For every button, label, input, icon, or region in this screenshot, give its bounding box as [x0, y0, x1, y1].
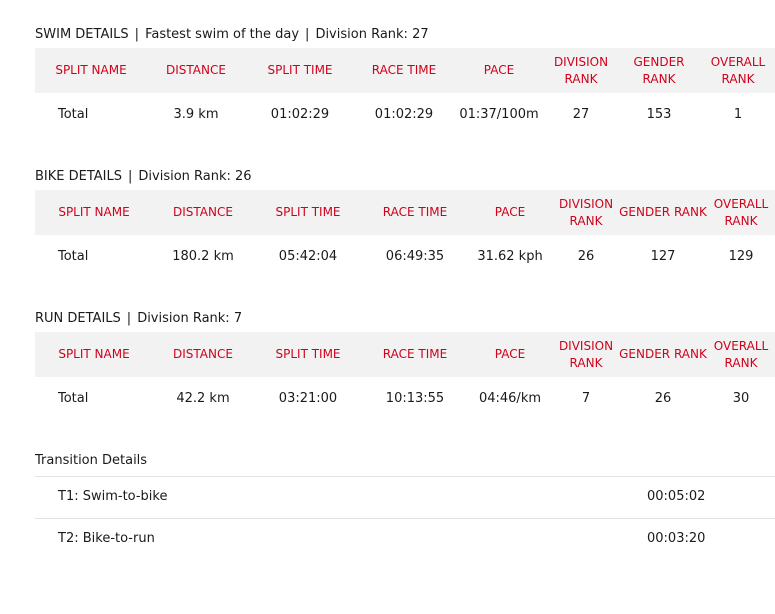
column-header: DISTANCE: [166, 63, 226, 77]
column-header: RACE TIME: [382, 347, 448, 361]
column-header: DIVISION RANK: [558, 196, 614, 228]
column-header: OVERALL RANK: [710, 54, 766, 86]
split-name-cell: Total: [58, 249, 89, 264]
column-header: PACE: [494, 347, 526, 361]
split-time-cell: 03:21:00: [278, 391, 338, 406]
distance-cell: 3.9 km: [173, 107, 219, 122]
race-time-cell: 10:13:55: [385, 391, 445, 406]
column-header: RACE TIME: [382, 205, 448, 219]
column-header: SPLIT TIME: [267, 63, 333, 77]
transition-label: T2: Bike-to-run: [58, 531, 155, 546]
column-header: PACE: [494, 205, 526, 219]
column-header: PACE: [483, 63, 515, 77]
column-header: OVERALL RANK: [713, 196, 769, 228]
transition-list: T1: Swim-to-bike 00:05:02 T2: Bike-to-ru…: [35, 476, 775, 560]
run-details-label: RUN DETAILS: [35, 311, 121, 326]
race-time-cell: 01:02:29: [374, 107, 434, 122]
division-rank-cell: 7: [581, 391, 591, 406]
column-header: GENDER RANK: [619, 347, 707, 361]
table-header-row: SPLIT NAME DISTANCE SPLIT TIME RACE TIME…: [35, 48, 775, 93]
overall-rank-cell: 129: [728, 249, 754, 264]
column-header: RACE TIME: [371, 63, 437, 77]
bike-details-label: BIKE DETAILS: [35, 169, 123, 184]
table-row: Total 3.9 km 01:02:29 01:02:29 01:37/100…: [35, 93, 775, 136]
column-header: DIVISION RANK: [553, 54, 609, 86]
column-header: SPLIT NAME: [58, 347, 130, 361]
swim-details-label: SWIM DETAILS: [35, 27, 129, 42]
column-header: SPLIT TIME: [275, 347, 341, 361]
run-results-table: SPLIT NAME DISTANCE SPLIT TIME RACE TIME…: [35, 332, 775, 420]
column-header: GENDER RANK: [619, 205, 707, 219]
table-header-row: SPLIT NAME DISTANCE SPLIT TIME RACE TIME…: [35, 190, 775, 235]
split-time-cell: 05:42:04: [278, 249, 338, 264]
column-header: GENDER RANK: [633, 54, 685, 86]
bike-results-table: SPLIT NAME DISTANCE SPLIT TIME RACE TIME…: [35, 190, 775, 278]
column-header: SPLIT TIME: [275, 205, 341, 219]
swim-details-section: SWIM DETAILS | Fastest swim of the day | Div…: [35, 26, 775, 122]
table-row: Total 180.2 km 05:42:04 06:49:35 31.62 k…: [35, 235, 775, 278]
run-division-rank: Division Rank: 7: [137, 311, 243, 326]
pace-cell: 04:46/km: [478, 391, 542, 406]
transition-label: T1: Swim-to-bike: [58, 489, 168, 504]
column-header: DIVISION RANK: [558, 338, 614, 370]
bike-division-rank: Division Rank: 26: [138, 169, 252, 184]
split-name-cell: Total: [58, 391, 89, 406]
overall-rank-cell: 1: [733, 107, 743, 122]
transition-row-t2: T2: Bike-to-run 00:03:20: [35, 518, 775, 560]
table-header-row: SPLIT NAME DISTANCE SPLIT TIME RACE TIME…: [35, 332, 775, 377]
run-details-heading: RUN DETAILS | Division Rank: 7: [35, 311, 243, 326]
swim-results-table: SPLIT NAME DISTANCE SPLIT TIME RACE TIME…: [35, 48, 775, 136]
gender-rank-cell: 153: [646, 107, 672, 122]
split-name-cell: Total: [58, 107, 89, 122]
distance-cell: 180.2 km: [172, 249, 234, 264]
swim-note: Fastest swim of the day: [145, 27, 300, 42]
pace-cell: 31.62 kph: [477, 249, 543, 264]
table-row: Total 42.2 km 03:21:00 10:13:55 04:46/km…: [35, 377, 775, 420]
gender-rank-cell: 26: [654, 391, 672, 406]
column-header: SPLIT NAME: [55, 63, 127, 77]
pace-cell: 01:37/100m: [459, 107, 539, 122]
swim-details-heading: SWIM DETAILS | Fastest swim of the day | Div…: [35, 27, 429, 42]
race-time-cell: 06:49:35: [385, 249, 445, 264]
column-header: OVERALL RANK: [713, 338, 769, 370]
split-time-cell: 01:02:29: [270, 107, 330, 122]
transition-time: 00:03:20: [647, 531, 706, 546]
column-header: SPLIT NAME: [58, 205, 130, 219]
distance-cell: 42.2 km: [176, 391, 230, 406]
transition-details-section: Transition Details T1: Swim-to-bike 00:0…: [35, 452, 775, 546]
overall-rank-cell: 30: [732, 391, 750, 406]
bike-details-section: BIKE DETAILS | Division Rank: 26 SPLIT NAM…: [35, 168, 775, 264]
gender-rank-cell: 127: [650, 249, 676, 264]
column-header: DISTANCE: [173, 347, 233, 361]
run-details-section: RUN DETAILS | Division Rank: 7 SPLIT NAME …: [35, 310, 775, 406]
transition-row-t1: T1: Swim-to-bike 00:05:02: [35, 476, 775, 518]
swim-division-rank: Division Rank: 27: [315, 27, 429, 42]
transition-time: 00:05:02: [647, 489, 706, 504]
division-rank-cell: 26: [577, 249, 595, 264]
division-rank-cell: 27: [572, 107, 590, 122]
transition-details-heading: Transition Details: [35, 453, 148, 468]
column-header: DISTANCE: [173, 205, 233, 219]
bike-details-heading: BIKE DETAILS | Division Rank: 26: [35, 169, 252, 184]
